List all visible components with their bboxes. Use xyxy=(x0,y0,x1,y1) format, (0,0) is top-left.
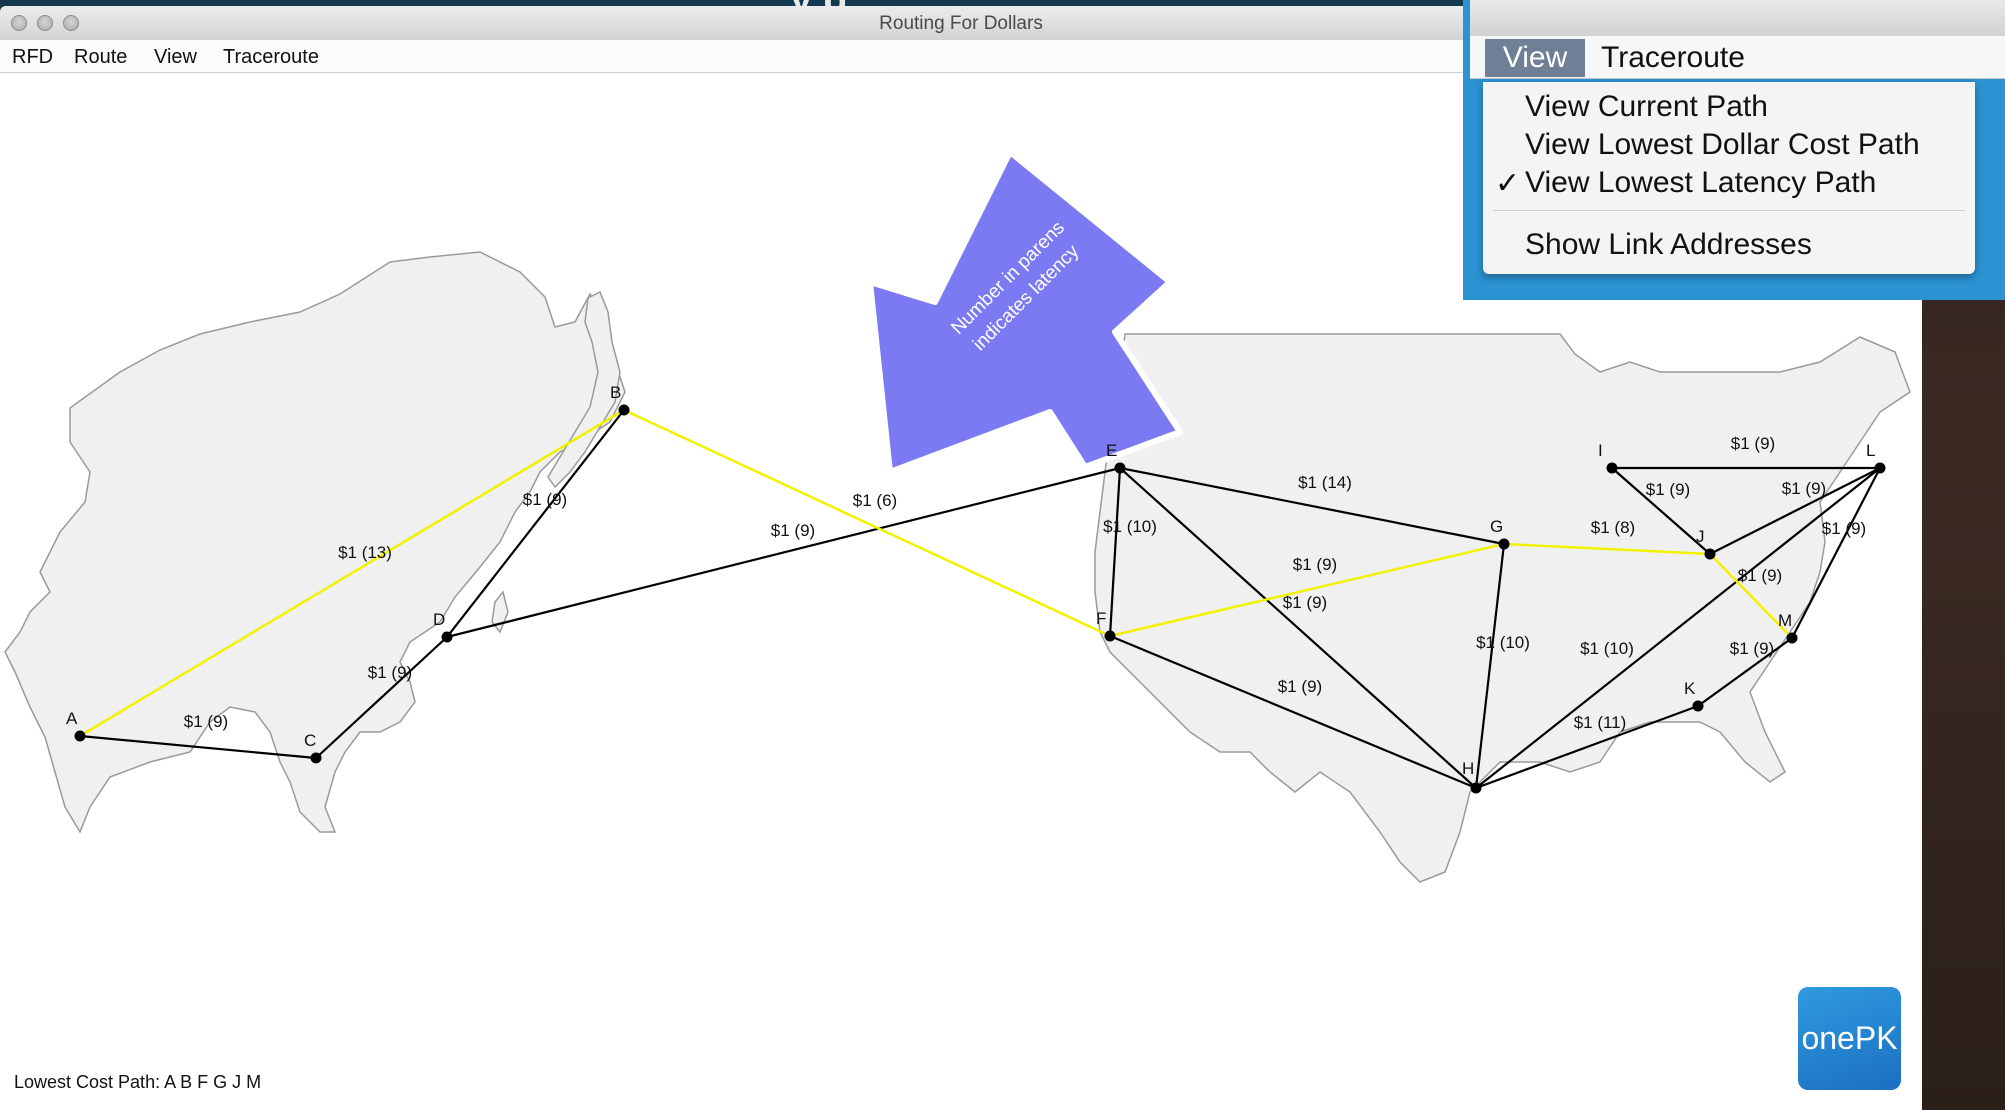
link-b-f[interactable] xyxy=(623,408,1111,638)
router-label-m: M xyxy=(1778,611,1792,630)
onepk-logo: onePK xyxy=(1798,987,1901,1090)
router-node-l[interactable] xyxy=(1874,462,1886,474)
router-label-d: D xyxy=(433,610,445,629)
link-label-l-m: $1 (9) xyxy=(1822,519,1866,538)
router-node-h[interactable] xyxy=(1470,782,1482,794)
link-label-d-e: $1 (9) xyxy=(771,521,815,540)
router-label-a: A xyxy=(66,709,78,728)
lowest-cost-path-status: Lowest Cost Path: A B F G J M xyxy=(14,1072,262,1092)
menu-item-view-current-path[interactable]: View Current Path xyxy=(1525,90,1768,124)
link-label-j-l: $1 (9) xyxy=(1782,479,1826,498)
link-label-a-c: $1 (9) xyxy=(184,712,228,731)
menu-item-show-link-addresses[interactable]: Show Link Addresses xyxy=(1525,228,1812,262)
menu-view[interactable]: View xyxy=(154,46,197,69)
router-label-i: I xyxy=(1598,441,1603,460)
menu-view-active[interactable]: View xyxy=(1485,39,1585,77)
menu-traceroute-zoomed[interactable]: Traceroute xyxy=(1601,39,1745,77)
link-label-f-g: $1 (9) xyxy=(1283,593,1327,612)
menu-route[interactable]: Route xyxy=(74,46,127,69)
link-label-i-l: $1 (9) xyxy=(1731,434,1775,453)
latency-callout: Number in parens indicates latency xyxy=(867,149,1183,475)
link-label-b-f: $1 (6) xyxy=(853,491,897,510)
router-node-c[interactable] xyxy=(310,752,322,764)
link-label-e-f: $1 (10) xyxy=(1103,517,1157,536)
router-label-e: E xyxy=(1106,441,1117,460)
link-label-h-k: $1 (11) xyxy=(1574,713,1627,732)
dropdown-titlebar xyxy=(1470,0,2005,38)
router-label-h: H xyxy=(1462,759,1474,778)
router-node-f[interactable] xyxy=(1104,630,1116,642)
link-label-i-j: $1 (9) xyxy=(1646,480,1690,499)
router-label-l: L xyxy=(1866,441,1875,460)
router-label-j: J xyxy=(1696,527,1705,546)
menu-rfd[interactable]: RFD xyxy=(12,46,53,69)
router-node-b[interactable] xyxy=(618,404,630,416)
router-label-f: F xyxy=(1096,609,1106,628)
router-node-i[interactable] xyxy=(1606,462,1618,474)
link-label-h-l: $1 (10) xyxy=(1580,639,1634,658)
link-label-f-h: $1 (9) xyxy=(1278,677,1322,696)
link-label-d-b: $1 (9) xyxy=(523,490,567,509)
link-label-c-d: $1 (9) xyxy=(368,663,412,682)
router-node-d[interactable] xyxy=(441,631,453,643)
link-label-j-m: $1 (9) xyxy=(1738,566,1782,585)
router-label-k: K xyxy=(1684,679,1696,698)
link-label-g-j: $1 (8) xyxy=(1591,518,1635,537)
view-menu-panel: View Current Path View Lowest Dollar Cos… xyxy=(1483,82,1975,274)
router-label-g: G xyxy=(1490,517,1503,536)
usa-map xyxy=(1094,333,1911,883)
link-label-e-g: $1 (14) xyxy=(1298,473,1352,492)
menu-item-view-lowest-latency-path[interactable]: View Lowest Latency Path xyxy=(1525,166,1876,200)
link-label-k-m: $1 (9) xyxy=(1730,639,1774,658)
router-node-a[interactable] xyxy=(74,730,86,742)
menu-item-view-lowest-dollar-cost-path[interactable]: View Lowest Dollar Cost Path xyxy=(1525,128,1920,162)
router-label-b: B xyxy=(610,383,621,402)
router-node-j[interactable] xyxy=(1704,548,1716,560)
link-label-a-b: $1 (13) xyxy=(338,543,392,562)
link-label-e-h: $1 (9) xyxy=(1293,555,1337,574)
menu-traceroute[interactable]: Traceroute xyxy=(223,46,319,69)
view-menu-dropdown: View Traceroute View Current Path View L… xyxy=(1463,0,2005,300)
checkmark-icon: ✓ xyxy=(1495,167,1521,200)
menu-separator xyxy=(1493,210,1965,211)
router-node-g[interactable] xyxy=(1498,538,1510,550)
router-node-k[interactable] xyxy=(1692,700,1704,712)
link-label-g-h: $1 (10) xyxy=(1476,633,1530,652)
router-node-m[interactable] xyxy=(1786,632,1798,644)
router-label-c: C xyxy=(304,731,316,750)
router-node-e[interactable] xyxy=(1114,462,1126,474)
